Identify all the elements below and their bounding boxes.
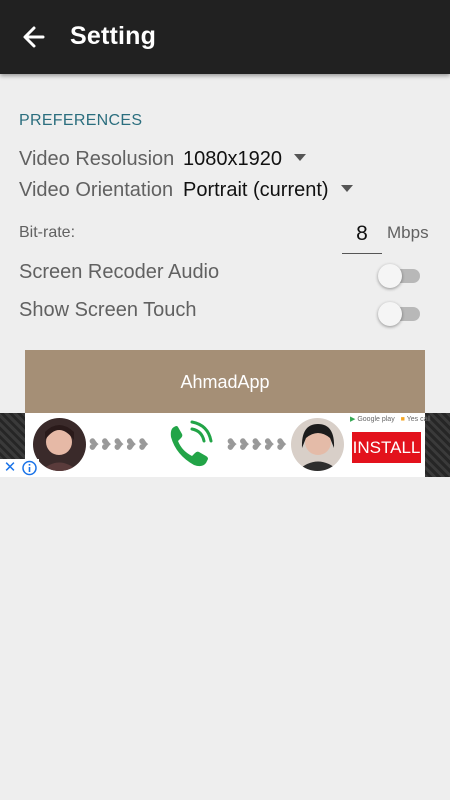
avatar	[33, 418, 86, 471]
app-bar: Setting	[0, 0, 450, 74]
brand-banner-text: AhmadApp	[180, 372, 270, 392]
bitrate-input[interactable]	[342, 214, 382, 254]
video-orientation-dropdown[interactable]: Portrait (current)	[183, 179, 353, 202]
bitrate-unit: Mbps	[387, 223, 429, 242]
arrow-left-icon	[23, 26, 45, 48]
hearts-icon: ❥❥❥❥❥	[225, 437, 288, 454]
hearts-icon: ❥❥❥❥❥	[87, 437, 150, 454]
store-badge: ▶ Google play ■ Yes call	[350, 415, 431, 423]
install-button[interactable]: INSTALL	[352, 432, 421, 463]
video-orientation-label: Video Orientation	[19, 179, 174, 201]
bitrate-label: Bit-rate:	[19, 224, 76, 241]
ad-banner[interactable]: ❥❥❥❥❥ ❥❥❥❥❥ ▶ Google play ■ Yes call INS…	[25, 413, 431, 477]
ad-close-icon[interactable]: ✕	[0, 459, 20, 477]
store-text-2: Yes call	[406, 416, 431, 423]
preferences-header: PREFERENCES	[19, 112, 143, 129]
show-touch-label: Show Screen Touch	[19, 299, 197, 321]
dropdown-caret-icon	[293, 154, 306, 162]
screen-audio-label: Screen Recoder Audio	[19, 261, 220, 283]
toggle-thumb	[378, 264, 402, 288]
video-resolution-label: Video Resolusion	[19, 148, 175, 170]
show-touch-toggle[interactable]	[378, 302, 420, 326]
brand-banner[interactable]: AhmadApp	[25, 350, 425, 413]
back-button[interactable]	[14, 19, 54, 55]
avatar	[291, 418, 344, 471]
video-resolution-value: 1080x1920	[183, 148, 282, 170]
video-resolution-dropdown[interactable]: 1080x1920	[183, 148, 306, 171]
video-orientation-value: Portrait (current)	[183, 179, 329, 201]
store-text: Google play	[357, 416, 395, 423]
call-app-icon: ■	[400, 416, 405, 423]
page-title: Setting	[70, 22, 157, 50]
google-play-icon: ▶	[350, 416, 356, 423]
phone-call-icon	[160, 415, 220, 475]
screen-audio-toggle[interactable]	[378, 264, 420, 288]
ad-info-icon[interactable]	[20, 459, 39, 477]
toggle-thumb	[378, 302, 402, 326]
dropdown-caret-icon	[340, 185, 353, 193]
